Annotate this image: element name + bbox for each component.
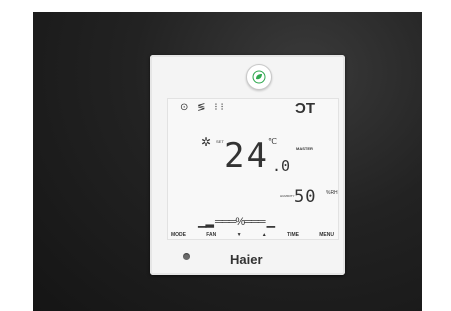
sun-icon: ✲ [201,135,212,149]
menu-button[interactable]: MENU [319,232,334,238]
humidity-unit: %RH [326,190,338,196]
fan-auto-icon: % [235,216,245,228]
fan-bar-right: ═══ ▁ [244,216,275,228]
button-row: MODE FAN ▼ ▲ TIME MENU [171,232,334,238]
set-label: SET [216,139,224,144]
down-button[interactable]: ▼ [237,232,242,238]
time-button[interactable]: TIME [287,232,299,238]
status-icons: ⊙ ≶ ⁝⁝ [180,102,227,113]
master-label: MASTER [296,146,313,151]
humidity-label: HUMIDITY [280,194,295,198]
temperature-value: 24 [224,136,269,176]
master-icons: ϽT [295,100,315,117]
fan-speed-bar: ▁▂ ═══%═══ ▁ [198,215,275,228]
brand-logo: Haier [230,252,263,267]
up-button[interactable]: ▲ [262,232,267,238]
leaf-icon [252,70,266,84]
mode-button[interactable]: MODE [171,232,186,238]
humidity-value: 50 [294,187,317,207]
fan-button[interactable]: FAN [206,232,216,238]
power-button[interactable] [183,253,190,260]
temperature-decimal: .0 [272,157,291,175]
temperature-unit: ℃ [268,137,277,146]
eco-button[interactable] [246,64,272,90]
lcd-display: ⊙ ≶ ⁝⁝ ϽT ✲ SET 24 ℃ .0 MASTER HUMIDITY … [167,98,339,240]
fan-bar-left: ▁▂ ═══ [198,216,236,228]
